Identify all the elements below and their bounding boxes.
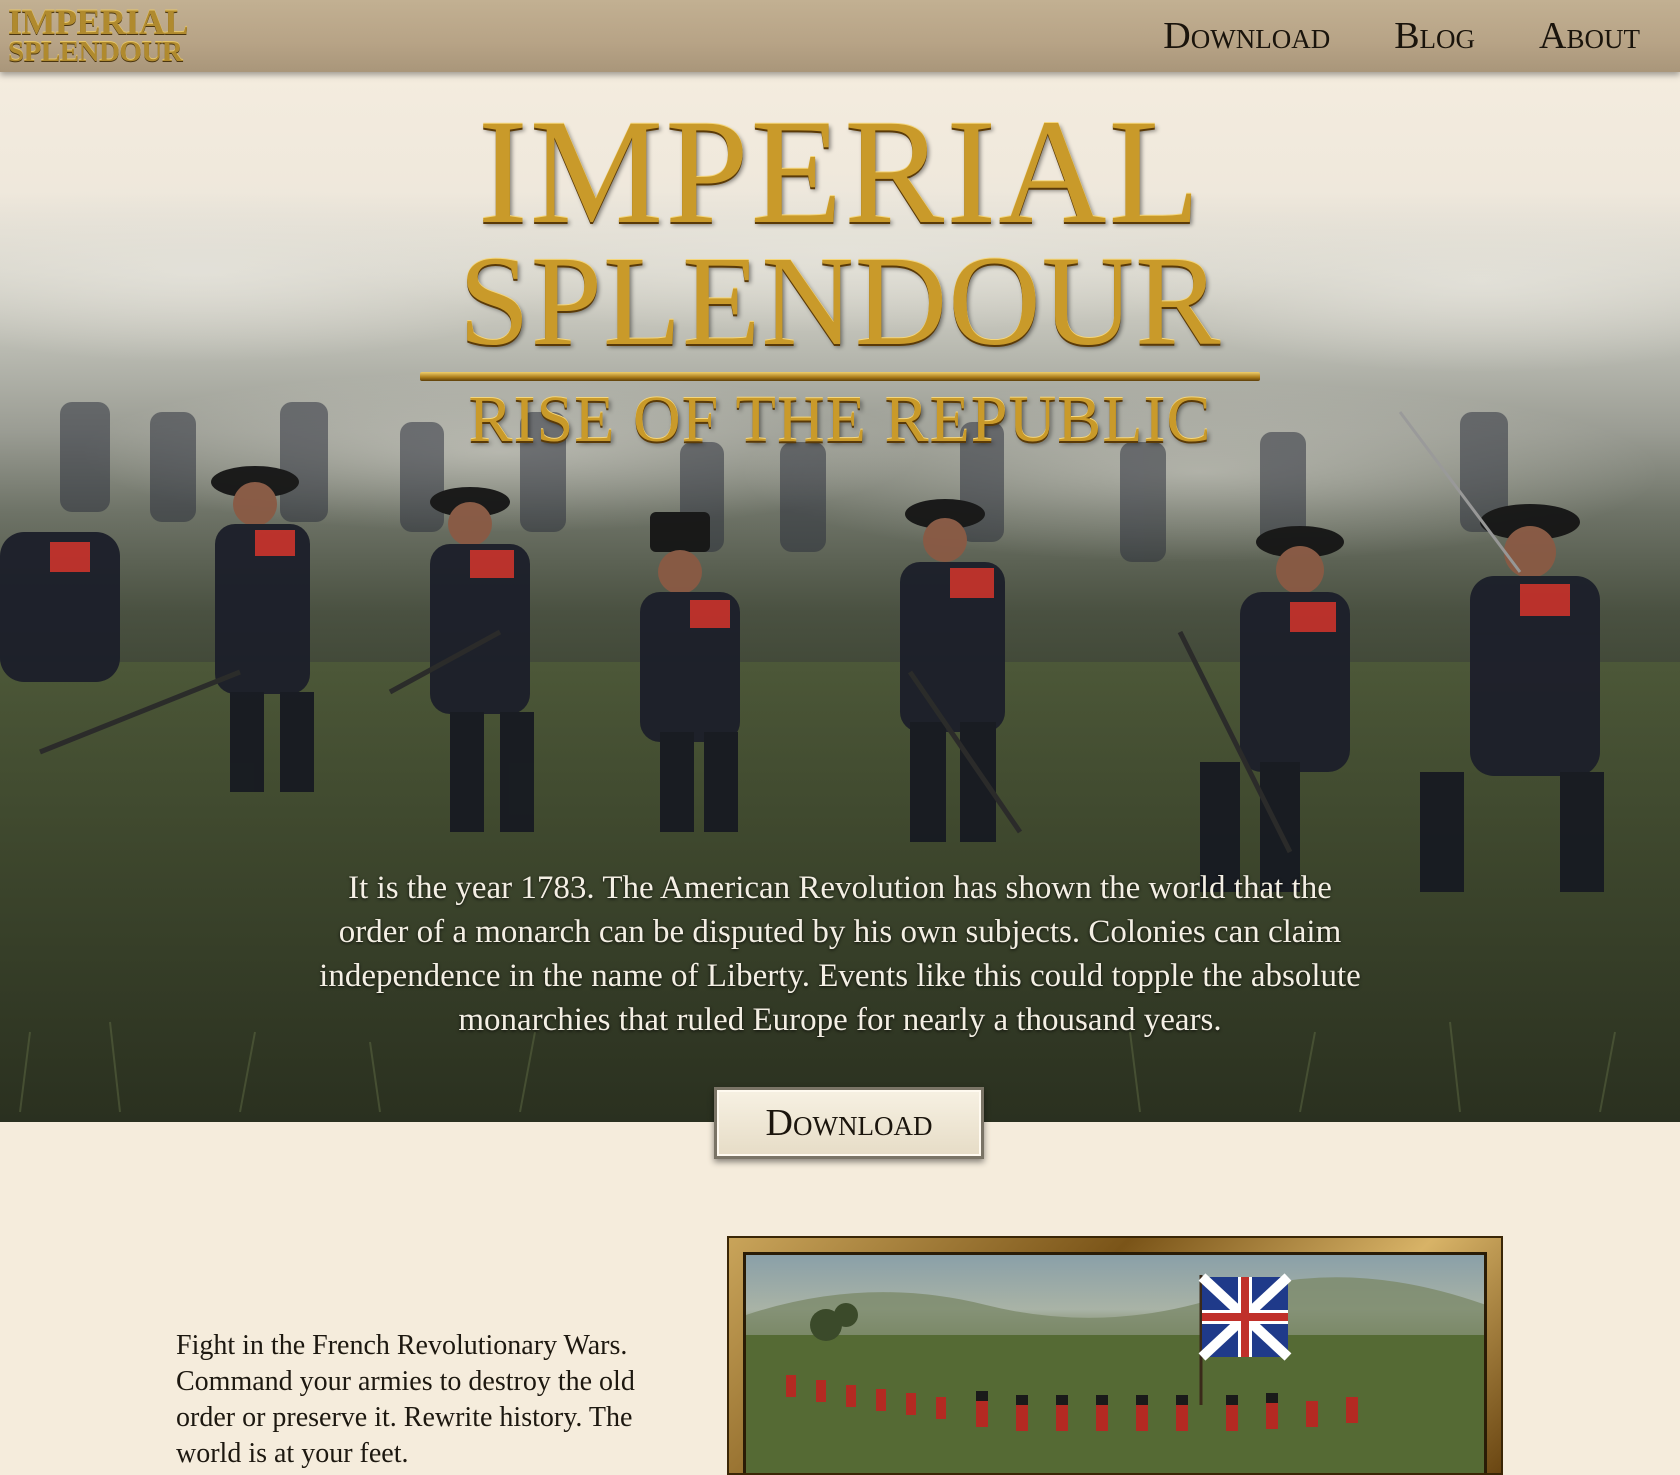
hero-logo-title: IMPERIAL SPLENDOUR RISE OF THE REPUBLIC	[0, 89, 1680, 456]
nav-link-blog[interactable]: Blog	[1394, 14, 1475, 58]
hero-title-line-2: SPLENDOUR	[458, 230, 1222, 372]
top-navbar: IMPERIAL SPLENDOUR Download Blog About	[0, 0, 1680, 72]
gameplay-illustration	[746, 1273, 1484, 1473]
site-logo[interactable]: IMPERIAL SPLENDOUR	[8, 2, 218, 69]
nav-link-about[interactable]: About	[1539, 14, 1640, 58]
hero-section: IMPERIAL SPLENDOUR RISE OF THE REPUBLIC …	[0, 72, 1680, 1122]
feature-paragraph: Fight in the French Revolutionary Wars. …	[176, 1330, 635, 1469]
download-button[interactable]: Download	[714, 1087, 984, 1159]
gameplay-screenshot-frame	[727, 1236, 1503, 1475]
logo-line-2: SPLENDOUR	[8, 36, 183, 69]
hero-title-line-1: IMPERIAL	[477, 89, 1203, 255]
gameplay-screenshot	[743, 1252, 1487, 1473]
nav-link-download[interactable]: Download	[1163, 14, 1330, 58]
title-divider	[420, 372, 1260, 381]
logo-line-1: IMPERIAL	[8, 2, 189, 42]
nav-links: Download Blog About	[1163, 10, 1640, 62]
hero-subtitle: RISE OF THE REPUBLIC	[468, 383, 1212, 456]
hero-intro-paragraph: It is the year 1783. The American Revolu…	[319, 870, 1361, 1038]
